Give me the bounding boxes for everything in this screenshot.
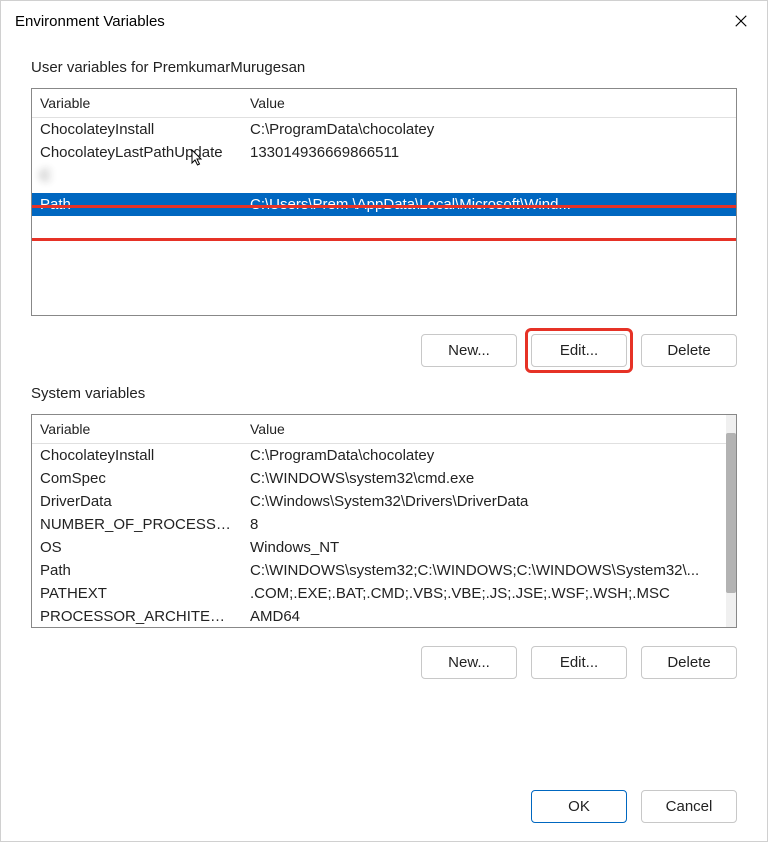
user-variables-list[interactable]: Variable Value ChocolateyInstallC:\Progr…: [31, 88, 737, 316]
cell-value: AMD64: [242, 605, 726, 627]
user-button-row: New... Edit... Delete: [31, 334, 737, 367]
cell-variable: PROCESSOR_ARCHITECTURE: [32, 605, 242, 627]
table-row[interactable]: ChocolateyLastPathUpdate1330149366698665…: [32, 141, 736, 164]
list-header: Variable Value: [32, 89, 736, 118]
cell-variable: ChocolateyInstall: [32, 118, 242, 141]
cell-variable: [32, 222, 242, 228]
system-variables-list-inner: Variable Value ChocolateyInstallC:\Progr…: [32, 415, 726, 627]
cell-value: .COM;.EXE;.BAT;.CMD;.VBS;.VBE;.JS;.JSE;.…: [242, 582, 726, 605]
titlebar: Environment Variables: [1, 1, 767, 39]
system-delete-button[interactable]: Delete: [641, 646, 737, 679]
scrollbar[interactable]: [726, 415, 736, 627]
column-header-value[interactable]: Value: [242, 89, 736, 117]
user-variables-label: User variables for PremkumarMurugesan: [31, 59, 737, 76]
dialog-footer: OK Cancel: [1, 780, 767, 841]
column-header-value[interactable]: Value: [242, 415, 726, 443]
table-row[interactable]: PATHEXT.COM;.EXE;.BAT;.CMD;.VBS;.VBE;.JS…: [32, 582, 726, 605]
user-delete-button[interactable]: Delete: [641, 334, 737, 367]
user-variables-list-inner: Variable Value ChocolateyInstallC:\Progr…: [32, 89, 736, 315]
system-button-row: New... Edit... Delete: [31, 646, 737, 679]
window-title: Environment Variables: [15, 13, 165, 30]
table-row[interactable]: ChocolateyInstallC:\ProgramData\chocolat…: [32, 444, 726, 467]
table-row[interactable]: [32, 222, 736, 228]
ok-button[interactable]: OK: [531, 790, 627, 823]
table-row[interactable]: PathC:\Users\Prem \AppData\Local\Microso…: [32, 193, 736, 216]
edit-button-wrapper: Edit...: [531, 334, 627, 367]
cell-value: C:\WINDOWS\system32\cmd.exe: [242, 467, 726, 490]
cell-variable: Path: [32, 559, 242, 582]
cell-value: 133014936669866511: [242, 141, 736, 164]
user-new-button[interactable]: New...: [421, 334, 517, 367]
cell-variable: Path: [32, 193, 242, 216]
table-row[interactable]: NUMBER_OF_PROCESSORS8: [32, 513, 726, 536]
cell-variable: C: [32, 164, 242, 187]
system-variables-section: System variables Variable Value Chocolat…: [31, 385, 737, 679]
table-row[interactable]: OSWindows_NT: [32, 536, 726, 559]
user-edit-button[interactable]: Edit...: [531, 334, 627, 367]
close-button[interactable]: [729, 9, 753, 33]
system-variables-label: System variables: [31, 385, 737, 402]
table-row[interactable]: PROCESSOR_ARCHITECTUREAMD64: [32, 605, 726, 627]
table-row[interactable]: PathC:\WINDOWS\system32;C:\WINDOWS;C:\WI…: [32, 559, 726, 582]
cell-variable: NUMBER_OF_PROCESSORS: [32, 513, 242, 536]
cell-value: [242, 222, 736, 228]
system-variables-list[interactable]: Variable Value ChocolateyInstallC:\Progr…: [31, 414, 737, 628]
cell-value: 8: [242, 513, 726, 536]
cell-value: C:\ProgramData\chocolatey: [242, 444, 726, 467]
table-row[interactable]: ComSpecC:\WINDOWS\system32\cmd.exe: [32, 467, 726, 490]
cancel-button[interactable]: Cancel: [641, 790, 737, 823]
cell-variable: PATHEXT: [32, 582, 242, 605]
cell-variable: OS: [32, 536, 242, 559]
cell-value: C:\Windows\System32\Drivers\DriverData: [242, 490, 726, 513]
cell-value: Windows_NT: [242, 536, 726, 559]
list-header: Variable Value: [32, 415, 726, 444]
cell-value: [242, 164, 736, 187]
table-row[interactable]: [32, 187, 736, 193]
column-header-variable[interactable]: Variable: [32, 89, 242, 117]
column-header-variable[interactable]: Variable: [32, 415, 242, 443]
user-variables-section: User variables for PremkumarMurugesan Va…: [31, 59, 737, 367]
cell-variable: DriverData: [32, 490, 242, 513]
cell-variable: ComSpec: [32, 467, 242, 490]
cell-variable: ChocolateyLastPathUpdate: [32, 141, 242, 164]
cell-value: C:\ProgramData\chocolatey: [242, 118, 736, 141]
system-new-button[interactable]: New...: [421, 646, 517, 679]
cell-value: [242, 187, 736, 193]
system-edit-button[interactable]: Edit...: [531, 646, 627, 679]
scrollbar-thumb[interactable]: [726, 433, 736, 593]
system-rows-container: ChocolateyInstallC:\ProgramData\chocolat…: [32, 444, 726, 627]
table-row[interactable]: C: [32, 164, 736, 187]
cell-value: C:\WINDOWS\system32;C:\WINDOWS;C:\WINDOW…: [242, 559, 726, 582]
cell-variable: [32, 187, 242, 193]
cell-value: C:\Users\Prem \AppData\Local\Microsoft\W…: [242, 193, 736, 216]
environment-variables-window: Environment Variables User variables for…: [0, 0, 768, 842]
dialog-content: User variables for PremkumarMurugesan Va…: [1, 39, 767, 780]
table-row[interactable]: DriverDataC:\Windows\System32\Drivers\Dr…: [32, 490, 726, 513]
close-icon: [734, 14, 748, 28]
user-rows-container: ChocolateyInstallC:\ProgramData\chocolat…: [32, 118, 736, 228]
table-row[interactable]: ChocolateyInstallC:\ProgramData\chocolat…: [32, 118, 736, 141]
cell-variable: ChocolateyInstall: [32, 444, 242, 467]
